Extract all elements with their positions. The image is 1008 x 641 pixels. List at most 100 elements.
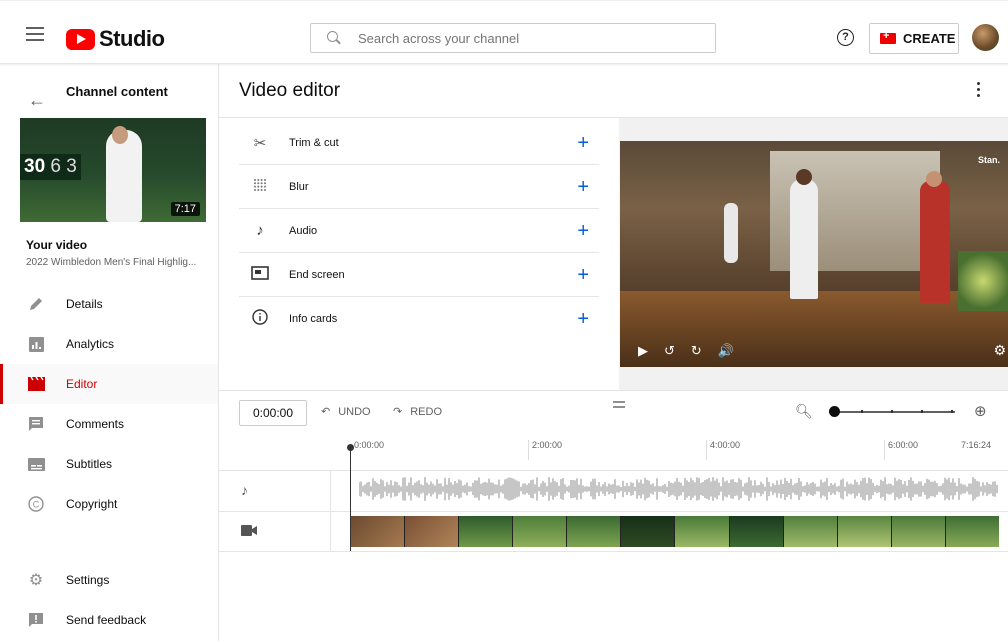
- sidebar-item-label: Send feedback: [66, 613, 147, 627]
- player-controls: ▶ ↺ ↻ 🔊: [638, 343, 734, 359]
- audio-track-label: ♪: [219, 471, 331, 511]
- subtitles-icon: [27, 455, 45, 473]
- film-frame: [513, 516, 568, 547]
- svg-text:C: C: [33, 500, 40, 510]
- tool-label: Trim & cut: [289, 136, 339, 149]
- avatar[interactable]: [972, 24, 999, 51]
- redo-button[interactable]: ↷ REDO: [393, 405, 442, 419]
- studio-logo[interactable]: Studio: [66, 26, 165, 52]
- sidebar-item-label: Settings: [66, 573, 110, 587]
- film-frame: [891, 516, 946, 547]
- zoom-in-icon[interactable]: ⊕: [974, 402, 987, 420]
- sidebar-item-send-feedback[interactable]: Send feedback: [0, 600, 218, 640]
- video-guard-figure: [920, 181, 950, 303]
- sidebar-item-subtitles[interactable]: Subtitles: [0, 444, 218, 484]
- zoom-out-icon[interactable]: 🔍︎: [795, 403, 813, 420]
- video-track-label: [219, 512, 331, 552]
- zoom-slider[interactable]: [829, 406, 955, 417]
- video-thumbnail[interactable]: 30 6 3 7:17: [20, 118, 206, 222]
- sidebar-item-settings[interactable]: ⚙ Settings: [0, 560, 218, 600]
- video-guard-head: [926, 171, 942, 187]
- current-time-input[interactable]: 0:00:00: [239, 400, 307, 426]
- sidebar-item-editor[interactable]: Editor: [0, 364, 218, 404]
- timeline-divider: [219, 390, 1008, 391]
- end-screen-icon: [249, 265, 271, 284]
- sidebar-item-label: Comments: [66, 417, 125, 431]
- timeline-ruler[interactable]: 0:00:00 2:00:00 4:00:00 6:00:00 7:16:24: [331, 434, 1008, 470]
- video-preview-panel: Stan. ▶ ↺ ↻ 🔊 ⚙: [619, 118, 1008, 390]
- undo-button[interactable]: ↶ UNDO: [321, 405, 371, 419]
- tool-info-cards[interactable]: Info cards +: [239, 297, 599, 341]
- add-icon[interactable]: +: [577, 176, 589, 199]
- create-button[interactable]: CREATE: [869, 23, 959, 54]
- tool-end-screen[interactable]: End screen +: [239, 253, 599, 297]
- top-bar: Studio ? CREATE: [0, 0, 1008, 64]
- rewind-icon[interactable]: ↺: [664, 343, 675, 359]
- ruler-label: 2:00:00: [528, 440, 562, 460]
- timeline-playhead[interactable]: [347, 444, 354, 552]
- video-player[interactable]: Stan. ▶ ↺ ↻ 🔊 ⚙: [620, 141, 1008, 367]
- broadcaster-watermark: Stan.: [977, 155, 1000, 165]
- comments-icon: [27, 415, 45, 433]
- more-options-icon[interactable]: [977, 82, 981, 100]
- editor-tools-list: ✂ Trim & cut + Blur + ♪ Audio + End scre…: [239, 121, 599, 341]
- tool-audio[interactable]: ♪ Audio +: [239, 209, 599, 253]
- tool-label: Info cards: [289, 313, 338, 325]
- add-icon[interactable]: +: [577, 132, 589, 155]
- sidebar-item-label: Copyright: [66, 497, 118, 511]
- video-title: 2022 Wimbledon Men's Final Highlig...: [26, 257, 197, 268]
- hamburger-menu-icon[interactable]: [26, 27, 44, 41]
- sidebar-item-analytics[interactable]: Analytics: [0, 324, 218, 364]
- undo-label: UNDO: [338, 405, 371, 418]
- ruler-label: 4:00:00: [706, 440, 740, 460]
- film-frame: [729, 516, 784, 547]
- volume-icon[interactable]: 🔊: [718, 343, 734, 359]
- audio-waveform: [359, 477, 998, 501]
- player-settings-icon[interactable]: ⚙: [993, 342, 1006, 359]
- back-arrow-icon[interactable]: ←: [28, 90, 46, 111]
- film-frame: [351, 516, 406, 547]
- add-icon[interactable]: +: [577, 308, 589, 331]
- feedback-icon: [27, 611, 45, 629]
- sidebar-item-label: Subtitles: [66, 457, 113, 471]
- play-icon[interactable]: ▶: [638, 343, 648, 359]
- zoom-tick: [891, 410, 893, 413]
- sidebar-item-label: Editor: [66, 377, 98, 391]
- search-box[interactable]: [310, 23, 716, 53]
- video-player-figure: [790, 179, 818, 299]
- sidebar-item-comments[interactable]: Comments: [0, 404, 218, 444]
- add-icon[interactable]: +: [577, 220, 589, 243]
- waveform-path: [359, 477, 998, 501]
- thumbnail-player: [106, 130, 142, 222]
- tool-blur[interactable]: Blur +: [239, 165, 599, 209]
- channel-content-title: Channel content: [66, 84, 168, 99]
- pencil-icon: [27, 295, 45, 313]
- video-person-back: [724, 203, 738, 263]
- film-frame: [405, 516, 460, 547]
- zoom-slider-knob[interactable]: [829, 406, 840, 417]
- video-player-head: [796, 169, 812, 185]
- sidebar-item-label: Details: [66, 297, 103, 311]
- search-input[interactable]: [358, 30, 698, 46]
- sidebar-item-copyright[interactable]: C Copyright: [0, 484, 218, 524]
- video-camera-icon: [241, 523, 257, 539]
- help-icon[interactable]: ?: [837, 29, 854, 46]
- timeline-bottom-divider: [219, 551, 1008, 552]
- copyright-icon: C: [27, 495, 45, 513]
- sidebar: ← Channel content 30 6 3 7:17 Your video…: [0, 64, 219, 641]
- film-frame: [459, 516, 514, 547]
- music-note-icon: ♪: [241, 482, 248, 498]
- forward-icon[interactable]: ↻: [691, 343, 702, 359]
- sidebar-item-details[interactable]: Details: [0, 284, 218, 324]
- redo-icon: ↷: [393, 406, 403, 418]
- resize-handle-icon[interactable]: [613, 401, 625, 411]
- film-frame: [621, 516, 676, 547]
- thumbnail-score: 30 6 3: [20, 154, 81, 180]
- add-icon[interactable]: +: [577, 264, 589, 287]
- music-note-icon: ♪: [256, 222, 264, 239]
- tool-trim-cut[interactable]: ✂ Trim & cut +: [239, 121, 599, 165]
- gear-icon: ⚙: [28, 572, 44, 589]
- film-frame: [567, 516, 622, 547]
- sidebar-item-label: Analytics: [66, 337, 115, 351]
- search-icon: [327, 31, 341, 45]
